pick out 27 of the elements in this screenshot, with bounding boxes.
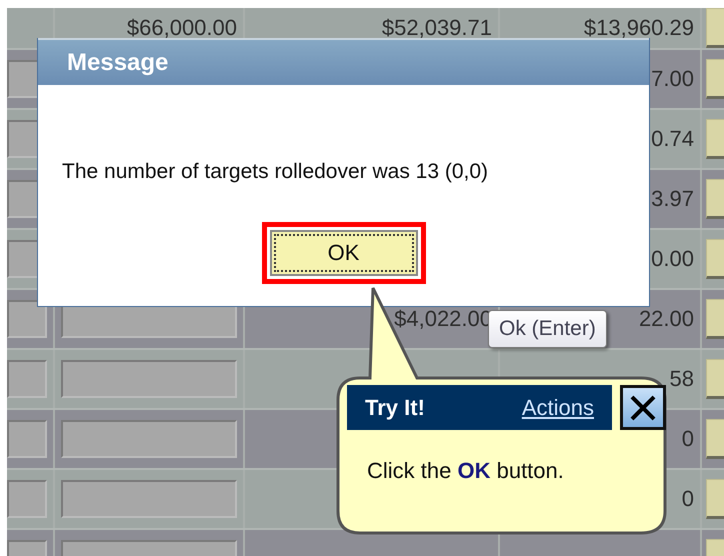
table-cell: $66,000.00	[126, 15, 237, 41]
close-button[interactable]	[620, 385, 666, 430]
actions-link[interactable]: Actions	[522, 394, 594, 420]
input-field[interactable]	[7, 300, 47, 338]
table-cell: 58	[670, 366, 694, 392]
instruction-text: Click the OK button.	[367, 458, 565, 484]
tooltip: Ok (Enter)	[488, 310, 607, 348]
input-field[interactable]	[7, 480, 47, 518]
table-cell: 7.00	[651, 66, 694, 92]
close-icon	[628, 392, 658, 422]
table-cell: 0.74	[651, 126, 694, 152]
table-cell: 0	[682, 486, 694, 512]
dialog-title: Message	[67, 48, 168, 76]
input-field[interactable]	[61, 360, 237, 398]
ok-button[interactable]: OK	[270, 230, 418, 276]
dialog-message: The number of targets rolledover was 13 (0,0)	[62, 160, 488, 184]
table-cell: 3.97	[651, 186, 694, 212]
table-cell: $52,039.71	[382, 15, 492, 41]
input-field[interactable]	[61, 420, 237, 458]
table-cell: 22.00	[638, 306, 694, 332]
input-field[interactable]	[7, 420, 47, 458]
table-cell: 0.00	[651, 246, 694, 272]
table-cell: $13,960.29	[584, 15, 694, 41]
callout-title: Try It!	[365, 394, 425, 420]
input-field[interactable]	[7, 360, 47, 398]
table-cell: 0	[682, 426, 694, 452]
input-field[interactable]	[61, 480, 237, 518]
